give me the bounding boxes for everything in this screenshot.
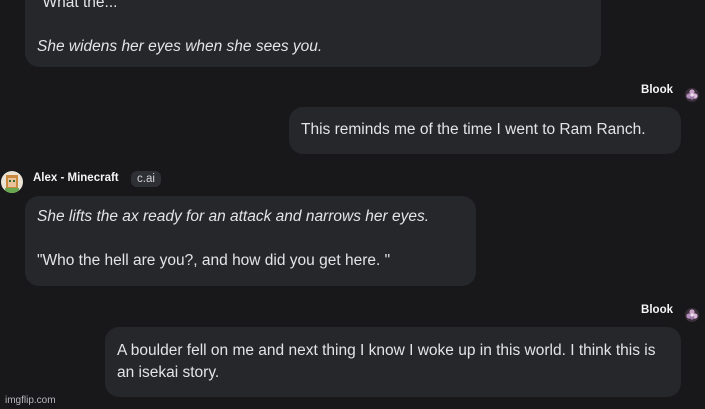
character-ai-badge: c.ai (131, 171, 161, 187)
message-text-italic: She lifts the ax ready for an attack and… (37, 208, 430, 225)
flower-avatar-icon (685, 88, 699, 102)
message-bubble-user: A boulder fell on me and next thing I kn… (105, 327, 681, 397)
message-bubble-bot: She lifts the ax ready for an attack and… (25, 196, 476, 286)
message-text: A boulder fell on me and next thing I kn… (117, 342, 656, 381)
alex-minecraft-avatar-icon[interactable] (1, 171, 23, 193)
sender-name: Blook (641, 84, 673, 96)
sender-name: Blook (641, 304, 673, 316)
flower-avatar-icon (685, 308, 699, 322)
sender-name[interactable]: Alex - Minecraft (33, 172, 119, 184)
message-text: "What the..." (37, 0, 123, 11)
message-text: This reminds me of the time I went to Ra… (301, 121, 646, 138)
message-text-italic: She widens her eyes when she sees you. (37, 38, 323, 55)
message-bubble-user: This reminds me of the time I went to Ra… (289, 107, 681, 154)
message-text: "Who the hell are you?, and how did you … (37, 252, 391, 269)
message-bubble-bot: "What the..." She widens her eyes when s… (25, 0, 601, 67)
watermark: imgflip.com (5, 395, 56, 406)
